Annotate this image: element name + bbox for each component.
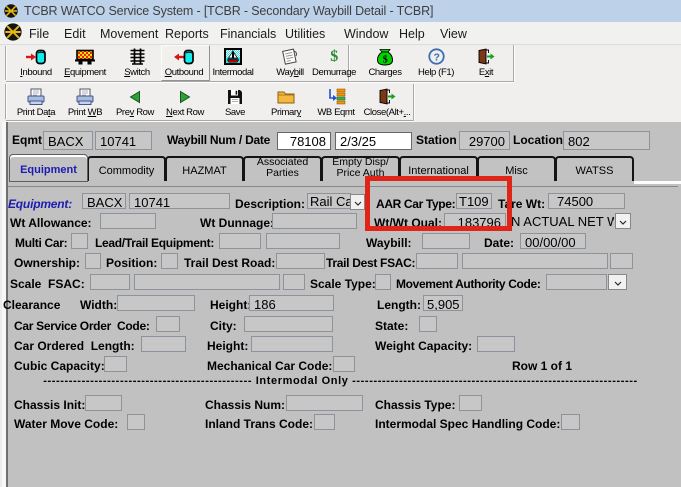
svg-text:?: ? [433, 52, 439, 64]
svg-text:$: $ [383, 54, 388, 65]
